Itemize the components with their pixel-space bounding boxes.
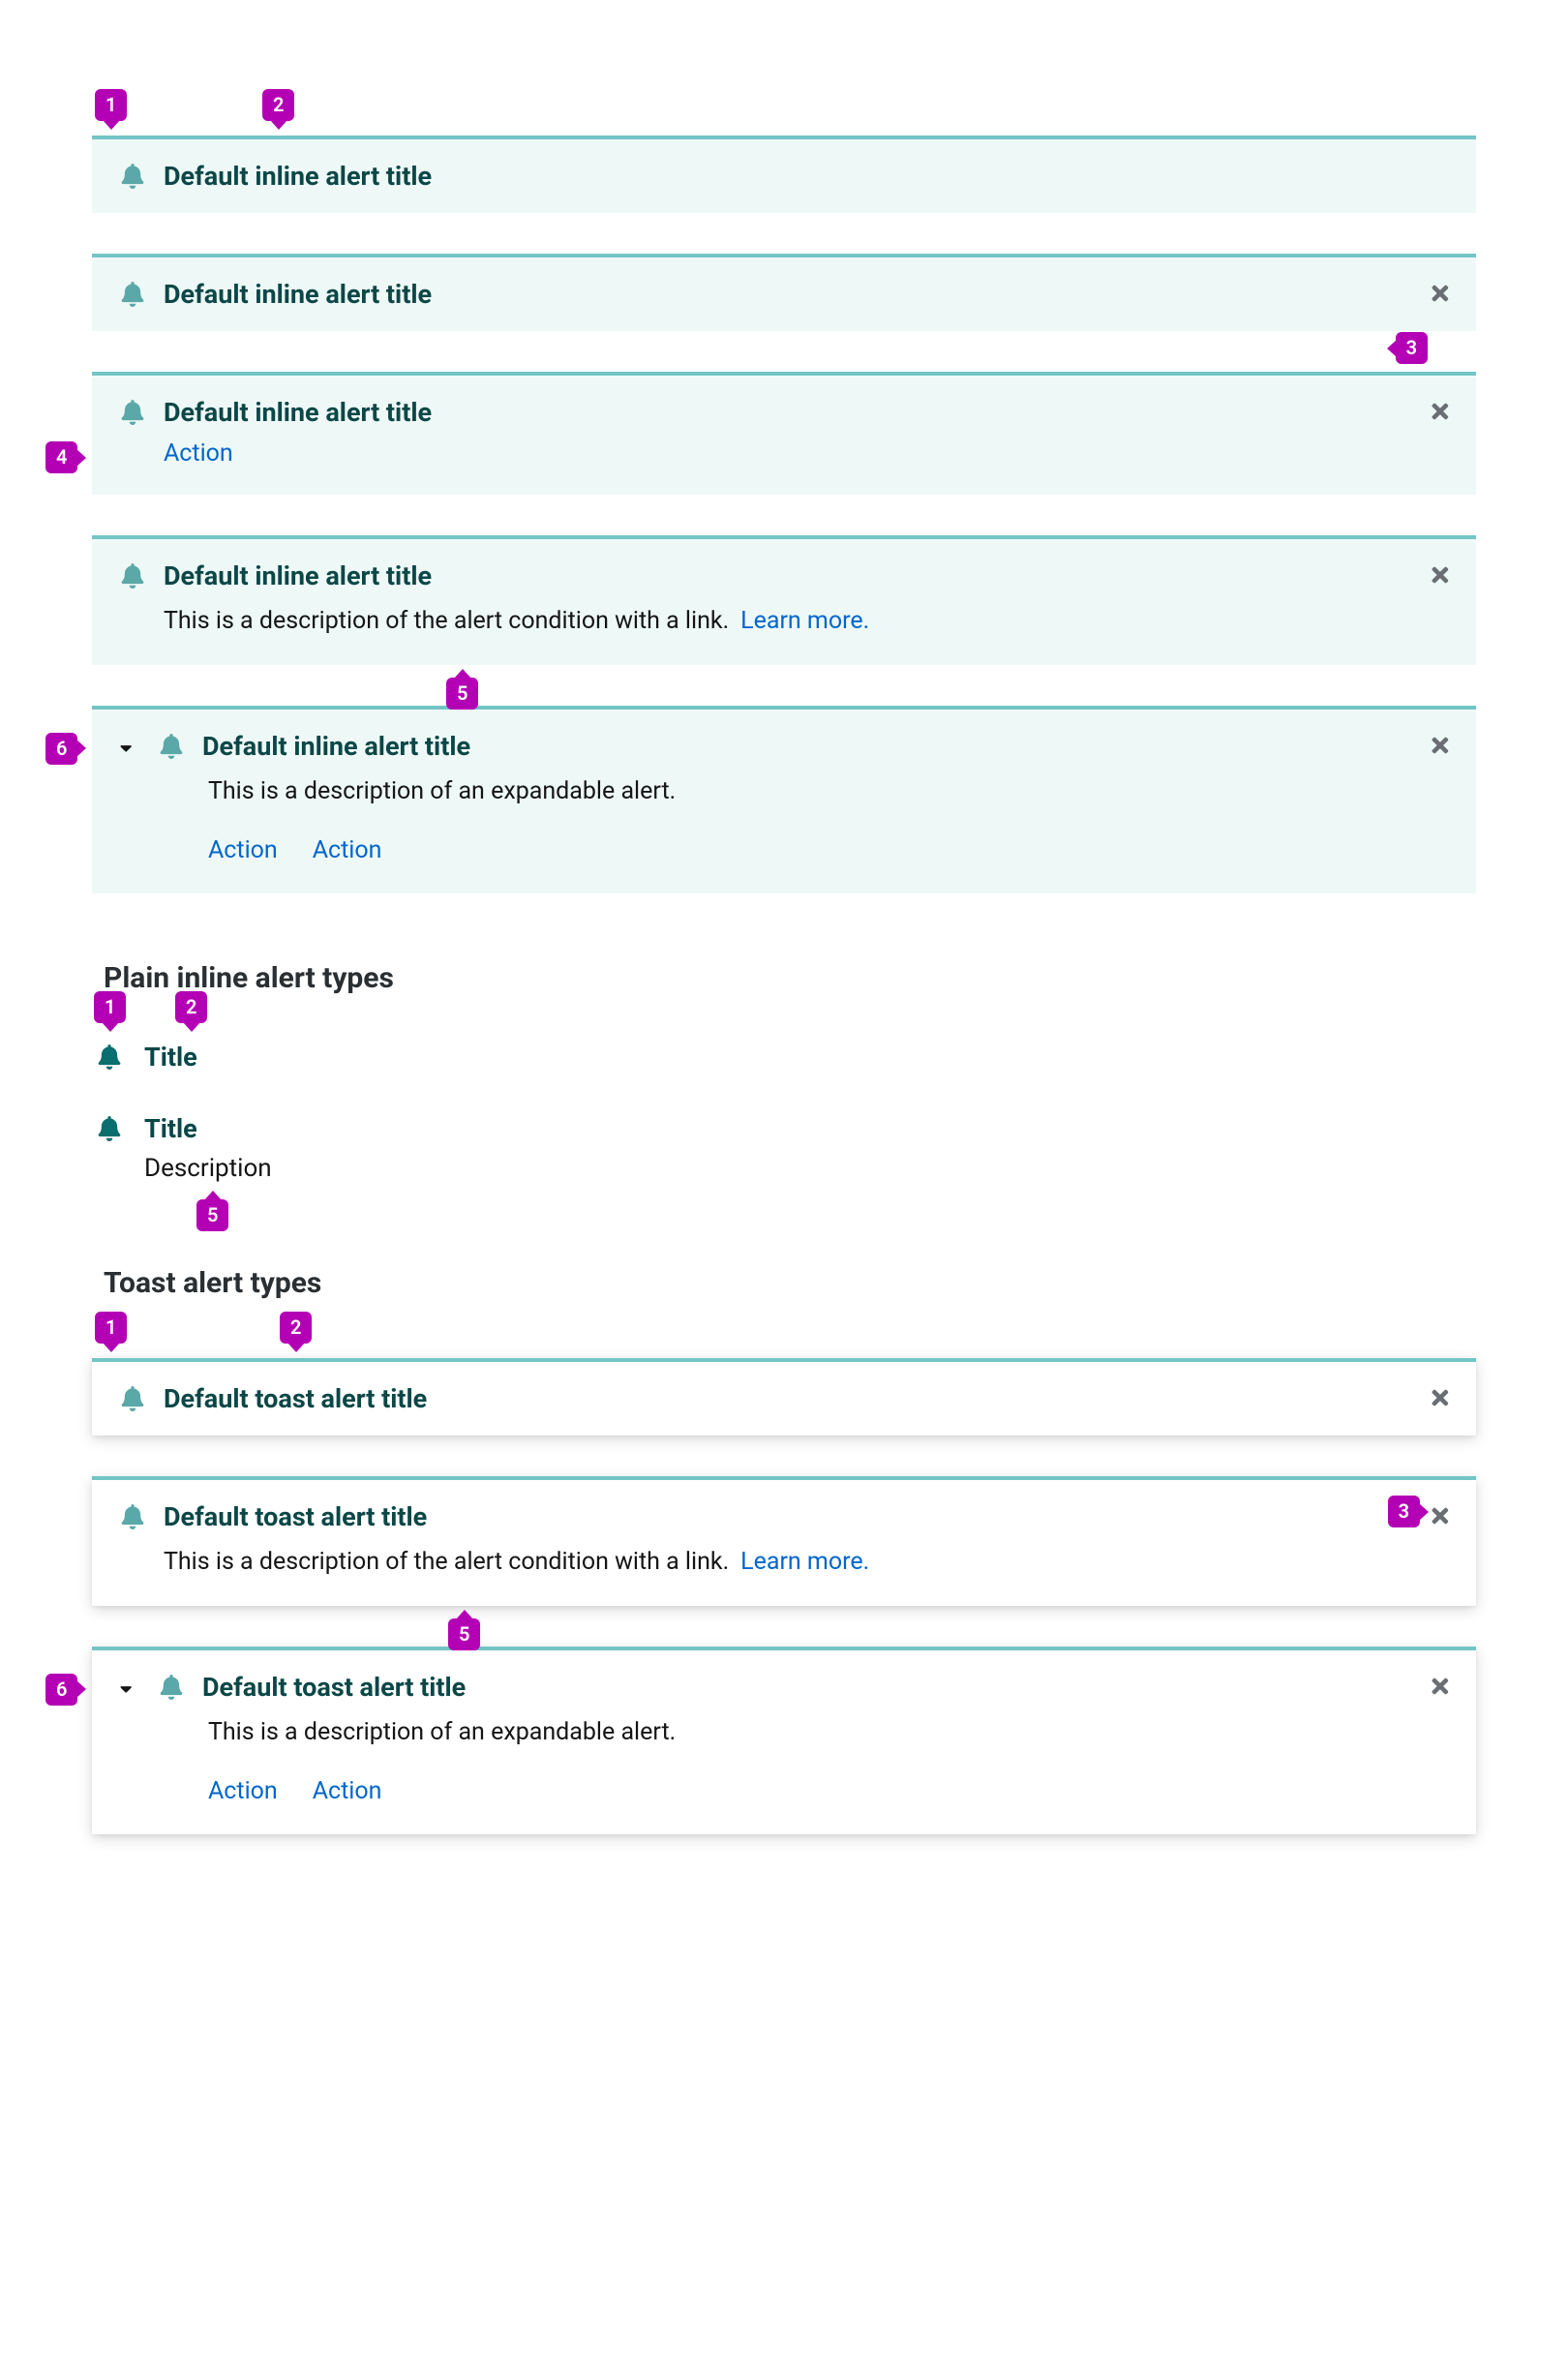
close-button[interactable]: [1426, 1383, 1455, 1412]
bell-icon: [158, 1674, 185, 1701]
close-button[interactable]: [1426, 731, 1455, 760]
callout-5: 5: [446, 678, 478, 710]
alert-description: This is a description of an expandable a…: [208, 1718, 676, 1746]
callout-1: 1: [94, 991, 126, 1023]
inline-alert: Default inline alert title: [92, 254, 1476, 331]
expand-toggle[interactable]: [113, 1674, 140, 1701]
bell-icon: [96, 1043, 123, 1071]
bell-icon: [158, 733, 185, 760]
alert-title: Default inline alert title: [164, 161, 432, 192]
alert-action-link[interactable]: Action: [313, 1777, 382, 1805]
alert-action-link[interactable]: Action: [313, 836, 382, 864]
bell-icon: [119, 281, 146, 308]
inline-alert: Default inline alert title Action: [92, 372, 1476, 495]
alert-action-link[interactable]: Action: [208, 836, 278, 864]
learn-more-link[interactable]: Learn more.: [740, 1548, 869, 1576]
toast-alert: Default toast alert title: [92, 1358, 1476, 1436]
bell-icon: [119, 163, 146, 190]
close-button[interactable]: [1426, 397, 1455, 426]
inline-alert-expandable: Default inline alert title This is a des…: [92, 706, 1476, 894]
callout-2: 2: [175, 991, 207, 1023]
callout-2: 2: [262, 89, 294, 121]
alert-title: Default inline alert title: [202, 731, 470, 762]
inline-alert: Default inline alert title This is a des…: [92, 535, 1476, 665]
alert-title: Title: [144, 1042, 197, 1073]
bell-icon: [119, 1385, 146, 1412]
alert-description: Description: [144, 1154, 1476, 1183]
alert-description: This is a description of an expandable a…: [208, 777, 676, 805]
callout-6: 6: [45, 733, 77, 765]
callout-4: 4: [45, 441, 77, 473]
bell-icon: [96, 1115, 123, 1142]
close-button[interactable]: [1426, 279, 1455, 308]
plain-alert: Title: [96, 1042, 1476, 1073]
callout-1: 1: [95, 89, 127, 121]
callout-3: 3: [1388, 1496, 1420, 1527]
toast-alert-expandable: Default toast alert title This is a desc…: [92, 1647, 1476, 1835]
callout-6: 6: [45, 1674, 77, 1706]
alert-title: Default toast alert title: [164, 1383, 427, 1414]
bell-icon: [119, 399, 146, 426]
learn-more-link[interactable]: Learn more.: [740, 607, 869, 635]
callout-5: 5: [448, 1618, 480, 1650]
alert-action-link[interactable]: Action: [164, 439, 233, 468]
expand-toggle[interactable]: [113, 733, 140, 760]
callout-1: 1: [95, 1312, 127, 1344]
alert-title: Default inline alert title: [164, 397, 432, 428]
section-heading-toast: Toast alert types: [104, 1266, 1476, 1300]
callout-2: 2: [280, 1312, 312, 1344]
toast-alert: Default toast alert title This is a desc…: [92, 1476, 1476, 1606]
alert-action-link[interactable]: Action: [208, 1777, 278, 1805]
callout-5: 5: [196, 1199, 228, 1231]
close-button[interactable]: [1426, 1672, 1455, 1701]
plain-alert: Title Description: [96, 1113, 1476, 1183]
close-button[interactable]: [1426, 1501, 1455, 1530]
inline-alert: Default inline alert title: [92, 136, 1476, 213]
alert-title: Default inline alert title: [164, 560, 432, 591]
alert-title: Default toast alert title: [164, 1501, 427, 1532]
alert-title: Default toast alert title: [202, 1672, 466, 1703]
alert-description: This is a description of the alert condi…: [164, 607, 729, 635]
alert-title: Title: [144, 1113, 197, 1144]
alert-description: This is a description of the alert condi…: [164, 1548, 729, 1576]
section-heading-plain: Plain inline alert types: [104, 961, 1476, 995]
close-button[interactable]: [1426, 560, 1455, 590]
callout-3: 3: [1396, 332, 1428, 364]
bell-icon: [119, 1503, 146, 1530]
alert-title: Default inline alert title: [164, 279, 432, 310]
bell-icon: [119, 562, 146, 590]
